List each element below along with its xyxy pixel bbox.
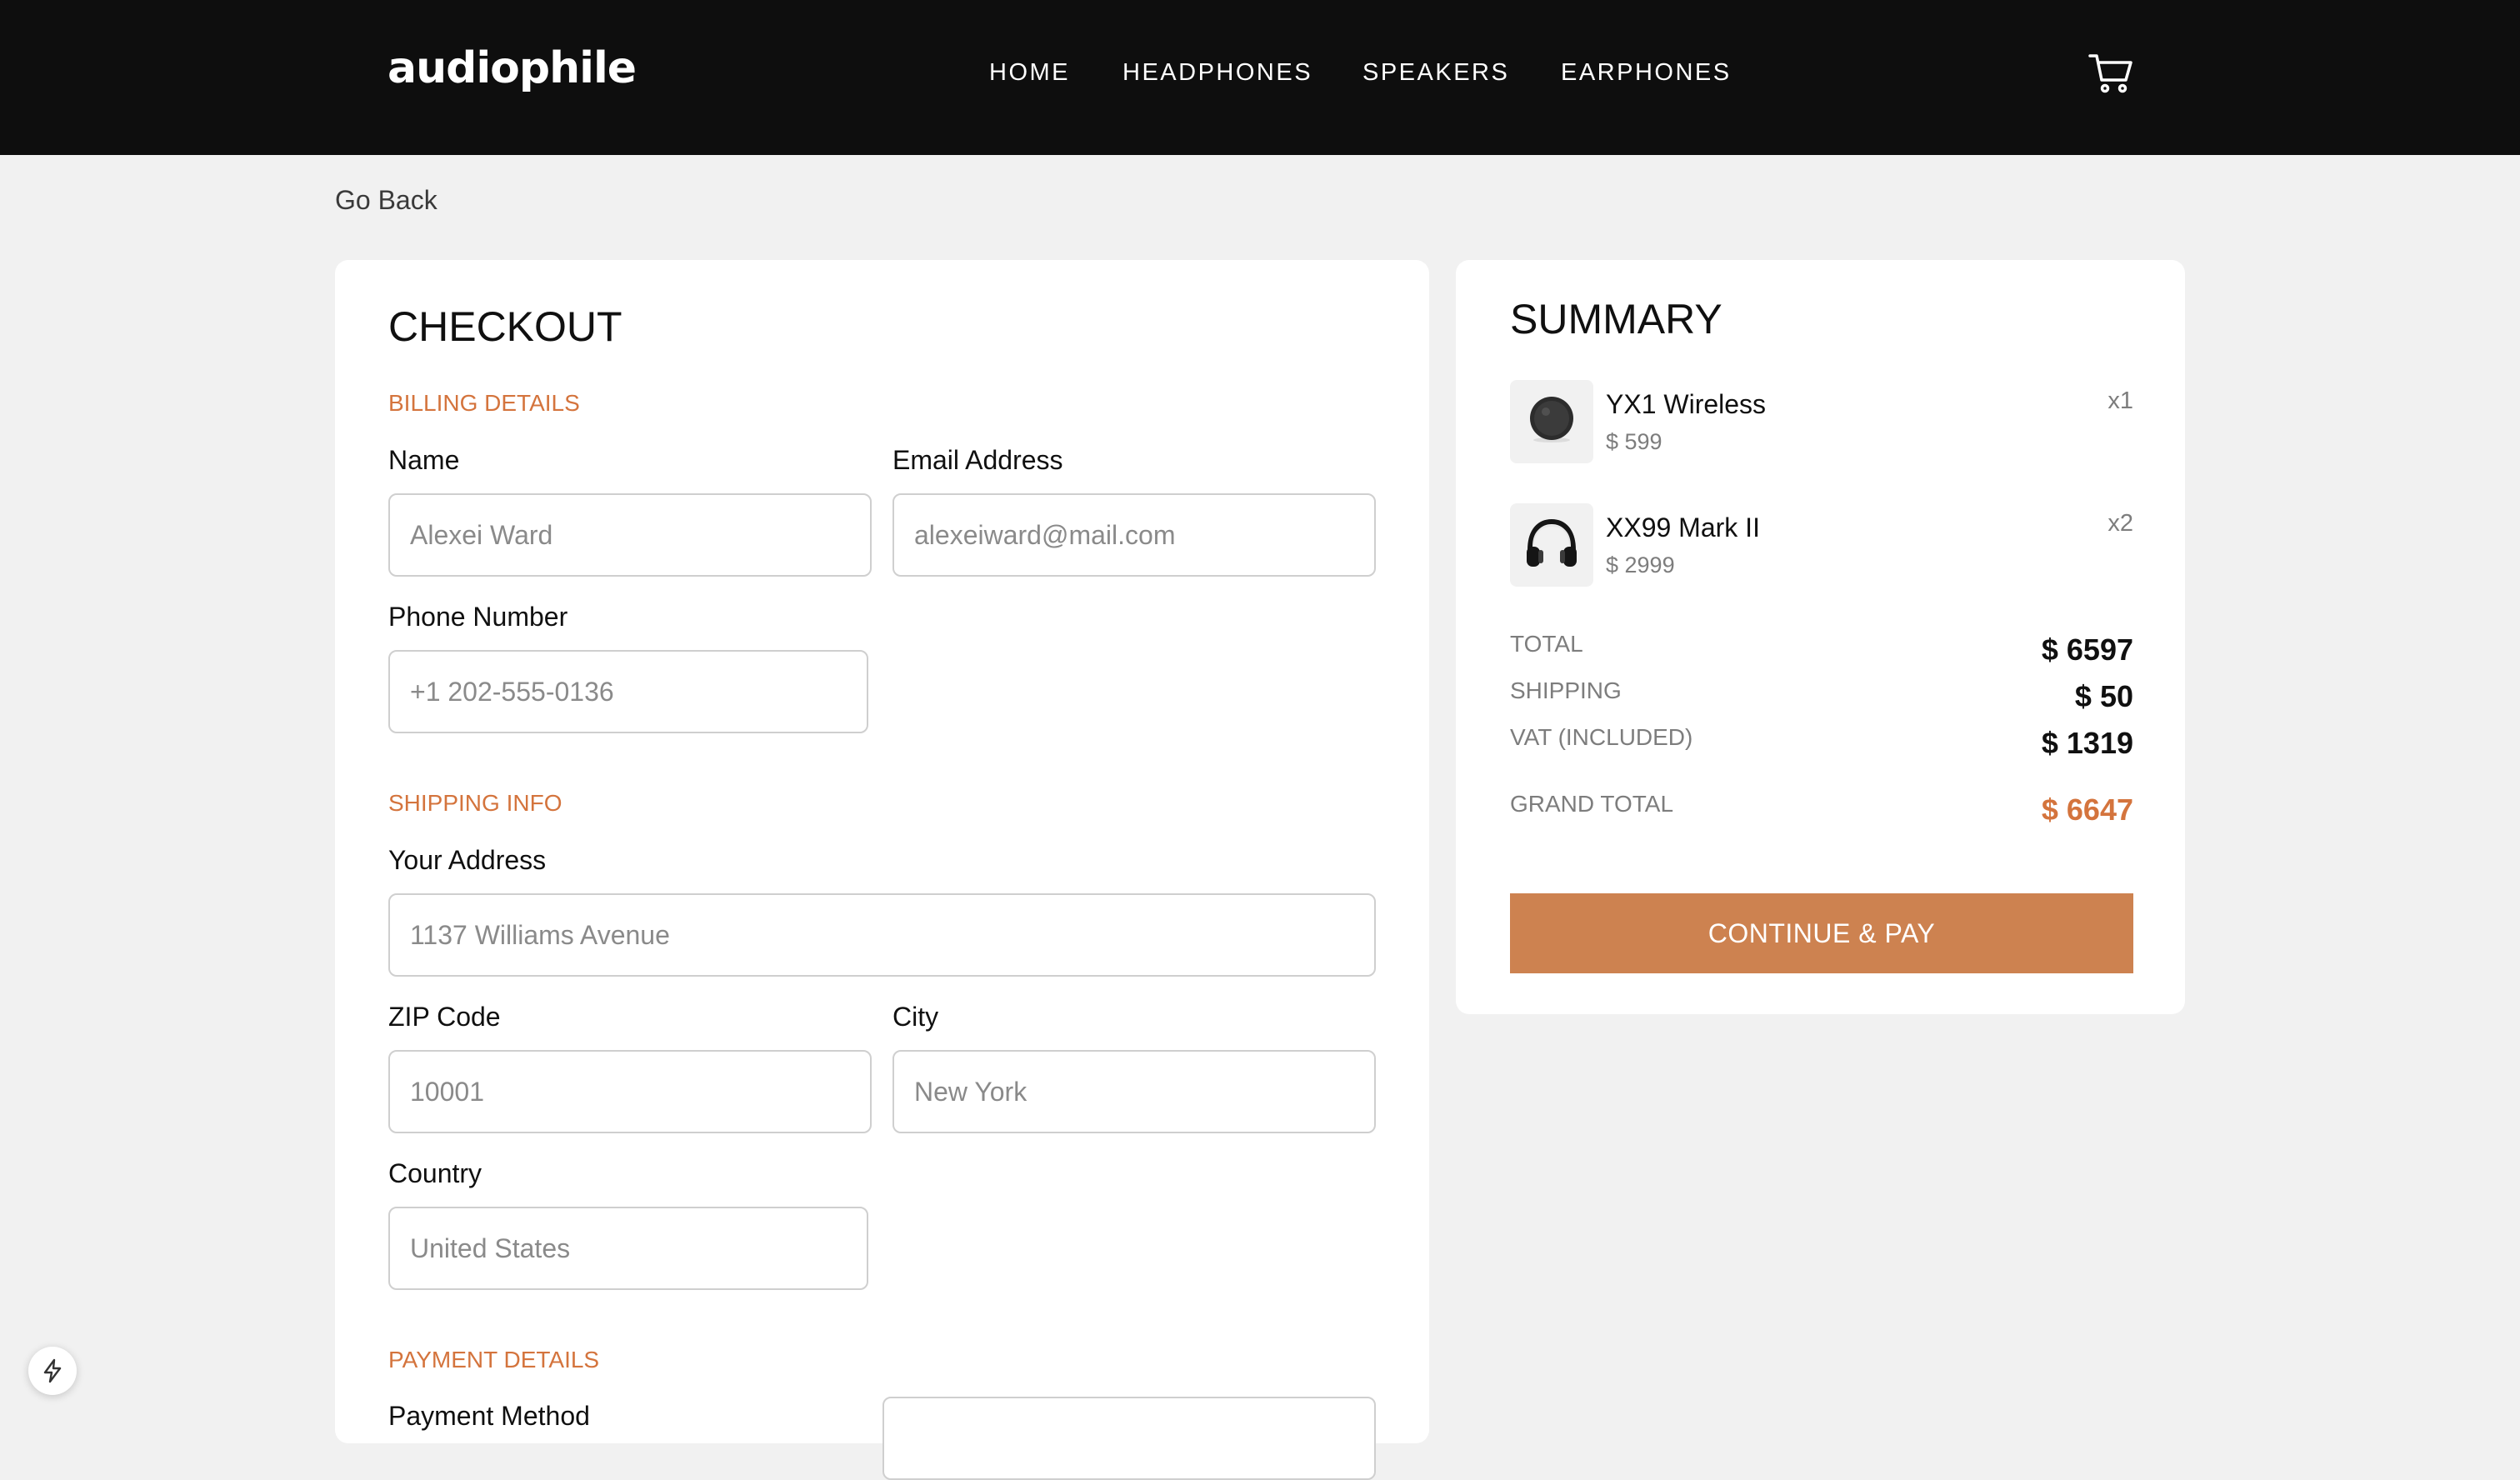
top-navigation-bar: audiophile HOME HEADPHONES SPEAKERS EARP… [0, 0, 2520, 155]
email-field-wrapper [892, 493, 1376, 577]
checkout-title: CHECKOUT [388, 303, 622, 350]
phone-field-wrapper [388, 650, 868, 733]
name-field-wrapper [388, 493, 872, 577]
name-label: Name [388, 445, 460, 475]
payment-method-label: Payment Method [388, 1401, 590, 1431]
country-input[interactable] [390, 1208, 867, 1288]
zip-field-wrapper [388, 1050, 872, 1133]
total-value: $ 6597 [2041, 632, 2133, 667]
phone-input[interactable] [390, 652, 867, 732]
zip-input[interactable] [390, 1052, 870, 1132]
shipping-label: SHIPPING [1510, 678, 1622, 703]
country-field-wrapper [388, 1207, 868, 1290]
shipping-value: $ 50 [2074, 679, 2133, 713]
country-label: Country [388, 1158, 482, 1188]
payment-details-heading: PAYMENT DETAILS [388, 1347, 600, 1372]
continue-and-pay-button[interactable]: CONTINUE & PAY [1510, 893, 2133, 973]
vat-value: $ 1319 [2041, 726, 2133, 760]
go-back-link[interactable]: Go Back [335, 184, 438, 216]
vat-label: VAT (INCLUDED) [1510, 724, 1693, 750]
name-input[interactable] [390, 495, 870, 575]
nav-home-link[interactable]: HOME [989, 58, 1070, 87]
address-input[interactable] [390, 895, 1374, 975]
billing-details-heading: BILLING DETAILS [388, 390, 580, 416]
nav-speakers-link[interactable]: SPEAKERS [1362, 58, 1509, 87]
email-label: Email Address [892, 445, 1063, 475]
phone-label: Phone Number [388, 602, 568, 632]
total-label: TOTAL [1510, 631, 1583, 657]
payment-method-option[interactable] [882, 1397, 1376, 1480]
email-input[interactable] [894, 495, 1374, 575]
zip-label: ZIP Code [388, 1002, 501, 1032]
audiophile-logo[interactable]: audiophile [388, 43, 637, 93]
shipping-info-heading: SHIPPING INFO [388, 790, 562, 816]
city-input[interactable] [894, 1052, 1374, 1132]
address-field-wrapper [388, 893, 1376, 977]
summary-totals: TOTAL $ 6597 SHIPPING $ 50 VAT (INCLUDED… [1510, 0, 2133, 1422]
city-label: City [892, 1002, 939, 1032]
grand-total-value: $ 6647 [2041, 792, 2133, 827]
nav-headphones-link[interactable]: HEADPHONES [1122, 58, 1312, 87]
city-field-wrapper [892, 1050, 1376, 1133]
grand-total-label: GRAND TOTAL [1510, 791, 1674, 817]
lightning-icon[interactable] [28, 1347, 77, 1395]
address-label: Your Address [388, 845, 547, 875]
